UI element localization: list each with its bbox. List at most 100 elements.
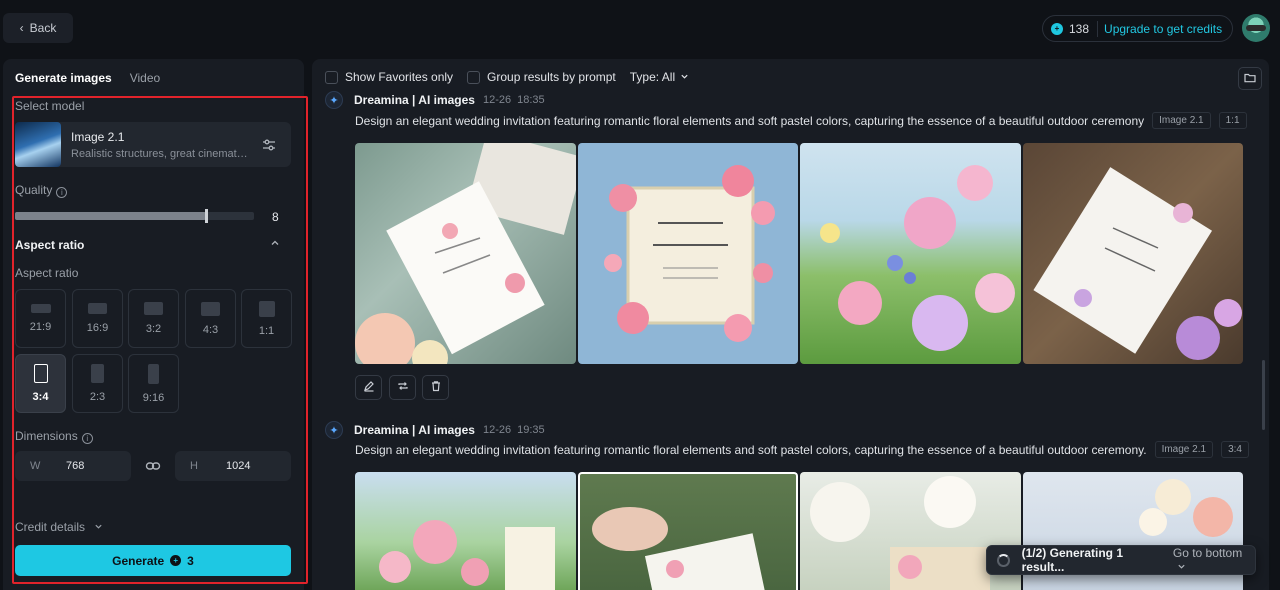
width-axis-label: W	[30, 460, 41, 472]
result-image[interactable]	[355, 143, 576, 364]
height-axis-label: H	[190, 460, 198, 472]
filter-bar: Show Favorites only Group results by pro…	[325, 70, 703, 84]
generation-toast: (1/2) Generating 1 result... Go to botto…	[986, 545, 1256, 575]
group-checkbox[interactable]	[467, 70, 481, 84]
aspect-ratio-label: Aspect ratio	[15, 266, 79, 280]
scrollbar[interactable]	[1262, 360, 1265, 430]
entry-time: 18:35	[517, 94, 545, 106]
aspect-ratio-section-title[interactable]: Aspect ratio	[15, 238, 84, 252]
result-image[interactable]	[800, 143, 1021, 364]
result-image[interactable]	[578, 143, 798, 364]
loading-spinner-icon	[997, 553, 1010, 567]
generate-cost: 3	[187, 553, 194, 568]
result-image[interactable]	[355, 472, 576, 590]
quality-slider-handle[interactable]	[205, 209, 208, 223]
entry-header: ✦ Dreamina | AI images 12-26 19:35	[325, 421, 545, 439]
favorites-checkbox[interactable]	[325, 70, 338, 84]
link-icon[interactable]	[145, 458, 161, 474]
entry-prompt[interactable]: Design an elegant wedding invitation fea…	[355, 443, 1147, 457]
ratio-label: 1:1	[258, 324, 275, 337]
folder-icon	[1244, 72, 1256, 86]
ratio-1-1-button[interactable]: 1:1	[241, 289, 292, 348]
ratio-3-2-button[interactable]: 3:2	[128, 289, 179, 348]
folder-button[interactable]	[1238, 67, 1262, 90]
ratio-3-4-icon	[33, 364, 48, 383]
entry-date: 12-26	[482, 424, 512, 436]
width-field[interactable]: W 768	[15, 451, 131, 481]
ratio-21-9-icon	[30, 304, 51, 313]
quality-value: 8	[272, 210, 279, 224]
favorites-filter[interactable]: Show Favorites only	[325, 70, 453, 84]
upgrade-link[interactable]: Upgrade to get credits	[1104, 22, 1222, 36]
ratio-label: 16:9	[86, 322, 109, 334]
quality-slider-fill	[15, 212, 206, 220]
result-image[interactable]	[1023, 143, 1243, 364]
model-tag: Image 2.1	[1154, 441, 1214, 458]
divider	[1097, 20, 1099, 37]
entry-prompt[interactable]: Design an elegant wedding invitation fea…	[355, 114, 1144, 128]
ratio-label: 4:3	[202, 323, 219, 336]
repeat-icon	[397, 380, 409, 395]
generation-status: (1/2) Generating 1 result...	[1021, 546, 1123, 574]
credit-details-toggle[interactable]: Credit details	[15, 520, 103, 534]
chevron-up-icon[interactable]	[270, 238, 280, 251]
ratio-label: 21:9	[29, 321, 52, 333]
chevron-down-icon	[1177, 560, 1186, 574]
edit-button[interactable]	[355, 375, 382, 400]
ratio-tag: 1:1	[1218, 112, 1247, 129]
select-model-label: Select model	[15, 99, 85, 113]
ratio-4-3-icon	[201, 301, 220, 316]
info-icon[interactable]: i	[56, 187, 68, 198]
ratio-label: 3:4	[32, 391, 49, 403]
ratio-2-3-icon	[91, 364, 104, 383]
height-value: 1024	[226, 460, 251, 472]
ratio-1-1-icon	[258, 300, 275, 317]
tab-video[interactable]: Video	[130, 71, 160, 85]
height-field[interactable]: H 1024	[175, 451, 291, 481]
chevron-left-icon: ‹	[19, 21, 24, 35]
sliders-icon[interactable]	[259, 135, 279, 155]
type-label: Type: All	[629, 70, 676, 84]
type-dropdown[interactable]: Type: All	[630, 70, 689, 84]
ratio-label: 2:3	[89, 391, 106, 403]
ratio-21-9-button[interactable]: 21:9	[15, 289, 66, 348]
ratio-3-2-icon	[144, 302, 163, 315]
generate-button[interactable]: Generate + 3	[15, 545, 291, 576]
chevron-down-icon	[94, 520, 103, 534]
avatar[interactable]	[1242, 14, 1270, 42]
model-selector[interactable]: Image 2.1 Realistic structures, great ci…	[15, 122, 291, 167]
dimensions-label: Dimensions	[15, 429, 78, 443]
info-icon[interactable]: i	[81, 433, 93, 444]
credit-coin-icon: +	[1051, 22, 1063, 35]
entry-author: Dreamina | AI images	[354, 423, 475, 437]
delete-button[interactable]	[422, 375, 449, 400]
group-label: Group results by prompt	[487, 70, 616, 84]
generate-label: Generate	[112, 553, 165, 568]
ratio-16-9-button[interactable]: 16:9	[72, 289, 123, 348]
result-image[interactable]	[578, 472, 798, 590]
ratio-16-9-icon	[88, 303, 107, 314]
back-button[interactable]: ‹ Back	[3, 13, 73, 43]
credits-pill[interactable]: + 138 Upgrade to get credits	[1042, 15, 1233, 42]
trash-icon	[430, 380, 442, 395]
favorites-label: Show Favorites only	[345, 70, 454, 84]
regenerate-button[interactable]	[389, 375, 416, 400]
dimensions-label-row: Dimensions i	[15, 429, 93, 444]
dreamina-logo-icon: ✦	[325, 421, 343, 439]
chevron-down-icon	[680, 70, 689, 84]
entry-prompt-row: Design an elegant wedding invitation fea…	[355, 112, 1247, 129]
tab-generate-images[interactable]: Generate images	[15, 71, 112, 85]
ratio-4-3-button[interactable]: 4:3	[185, 289, 236, 348]
width-value: 768	[66, 460, 85, 472]
ratio-3-4-button[interactable]: 3:4	[15, 354, 66, 413]
model-description: Realistic structures, great cinematog...	[71, 147, 249, 160]
go-to-bottom-label: Go to bottom	[1172, 546, 1243, 560]
back-label: Back	[29, 21, 57, 35]
model-thumbnail	[15, 122, 61, 167]
quality-slider[interactable]	[15, 209, 254, 223]
go-to-bottom-link[interactable]: Go to bottom	[1173, 546, 1255, 574]
group-filter[interactable]: Group results by prompt	[467, 70, 616, 84]
ratio-2-3-button[interactable]: 2:3	[72, 354, 123, 413]
ratio-9-16-button[interactable]: 9:16	[128, 354, 179, 413]
entry-time: 19:35	[517, 424, 545, 436]
